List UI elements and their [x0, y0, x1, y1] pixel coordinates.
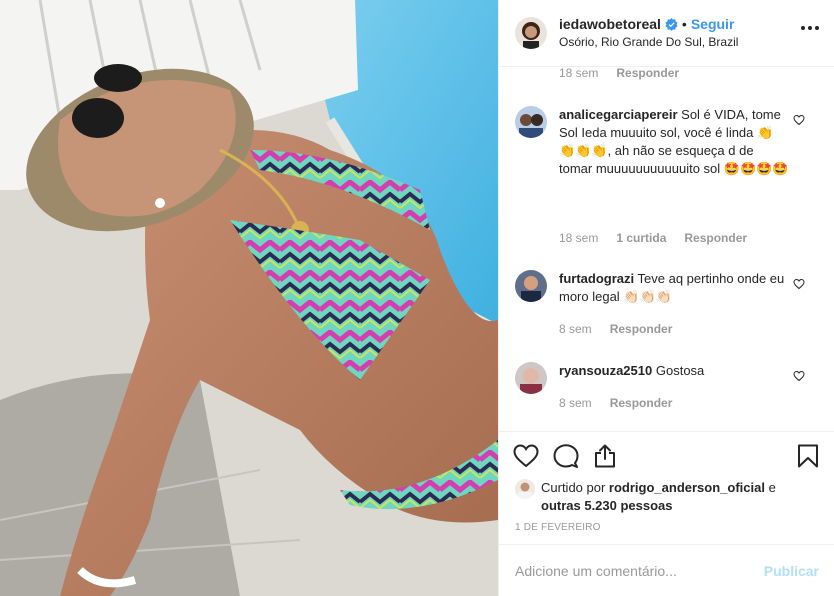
comment-time[interactable]: 8 sem [559, 396, 592, 410]
comment-likes-count[interactable]: 1 curtida [616, 231, 666, 245]
likes-middle: e [764, 480, 776, 495]
heart-icon[interactable] [513, 444, 539, 468]
liker-avatar[interactable] [515, 479, 535, 499]
follow-button[interactable]: Seguir [691, 15, 735, 33]
publish-button[interactable]: Publicar [764, 563, 819, 579]
comment-time[interactable]: 18 sem [559, 231, 598, 245]
commenter-avatar[interactable] [515, 270, 547, 302]
username-row: iedawobetoreal • Seguir [559, 15, 738, 33]
likes-others[interactable]: outras 5.230 pessoas [541, 498, 673, 513]
header-text: iedawobetoreal • Seguir Osório, Rio Gran… [559, 15, 738, 51]
small-heart-icon[interactable] [793, 370, 805, 382]
likes-prefix: Curtido por [541, 480, 609, 495]
post-location[interactable]: Osório, Rio Grande Do Sul, Brazil [559, 33, 738, 51]
comment-reply-button[interactable]: Responder [610, 396, 673, 410]
comment-text-block: analicegarciapereir Sol é VIDA, tome Sol… [559, 106, 789, 178]
comment-meta: 8 sem Responder [559, 322, 672, 336]
post-actions: Curtido por rodrigo_anderson_oficial e o… [499, 431, 834, 541]
comment-text-block: furtadograzi Teve aq pertinho onde eu mo… [559, 270, 789, 306]
commenter-username[interactable]: ryansouza2510 [559, 363, 652, 378]
likes-summary: Curtido por rodrigo_anderson_oficial e o… [515, 479, 776, 515]
commenter-username[interactable]: furtadograzi [559, 271, 634, 286]
commenter-avatar[interactable] [515, 362, 547, 394]
share-icon[interactable] [593, 444, 617, 468]
comment-bubble-icon[interactable] [553, 444, 579, 468]
comment-time[interactable]: 8 sem [559, 322, 592, 336]
small-heart-icon[interactable] [793, 114, 805, 126]
instagram-post-modal: iedawobetoreal • Seguir Osório, Rio Gran… [0, 0, 834, 596]
comment-reply-button[interactable]: Responder [616, 68, 679, 80]
post-side-panel: iedawobetoreal • Seguir Osório, Rio Gran… [498, 0, 834, 596]
comment-meta-partial: 18 sem Responder [559, 68, 679, 80]
likes-text: Curtido por rodrigo_anderson_oficial e o… [541, 479, 776, 515]
comments-list[interactable]: 18 sem Responder analicegarciapereir Sol… [499, 68, 834, 430]
comment-input[interactable] [515, 562, 764, 579]
comment-meta: 18 sem 1 curtida Responder [559, 231, 747, 245]
commenter-username[interactable]: analicegarciapereir [559, 107, 678, 122]
small-heart-icon[interactable] [793, 278, 805, 290]
comment-meta: 8 sem Responder [559, 396, 672, 410]
post-date[interactable]: 1 DE FEVEREIRO [515, 522, 601, 533]
commenter-avatar[interactable] [515, 106, 547, 138]
action-icons [513, 444, 617, 468]
verified-badge-icon [665, 17, 678, 31]
more-options-icon[interactable] [801, 26, 819, 30]
author-avatar[interactable] [515, 17, 547, 49]
post-photo-illustration [0, 0, 498, 596]
post-header: iedawobetoreal • Seguir Osório, Rio Gran… [499, 0, 834, 67]
bookmark-icon[interactable] [797, 444, 819, 468]
liker-username[interactable]: rodrigo_anderson_oficial [609, 480, 765, 495]
header-separator: • [681, 16, 687, 32]
comment-text-block: ryansouza2510 Gostosa [559, 362, 789, 380]
author-username[interactable]: iedawobetoreal [559, 15, 661, 33]
comment-reply-button[interactable]: Responder [610, 322, 673, 336]
post-photo[interactable] [0, 0, 498, 596]
add-comment-bar: Publicar [499, 544, 834, 596]
comment-time[interactable]: 18 sem [559, 68, 598, 80]
comment-reply-button[interactable]: Responder [684, 231, 747, 245]
comment-text: Gostosa [655, 363, 705, 378]
